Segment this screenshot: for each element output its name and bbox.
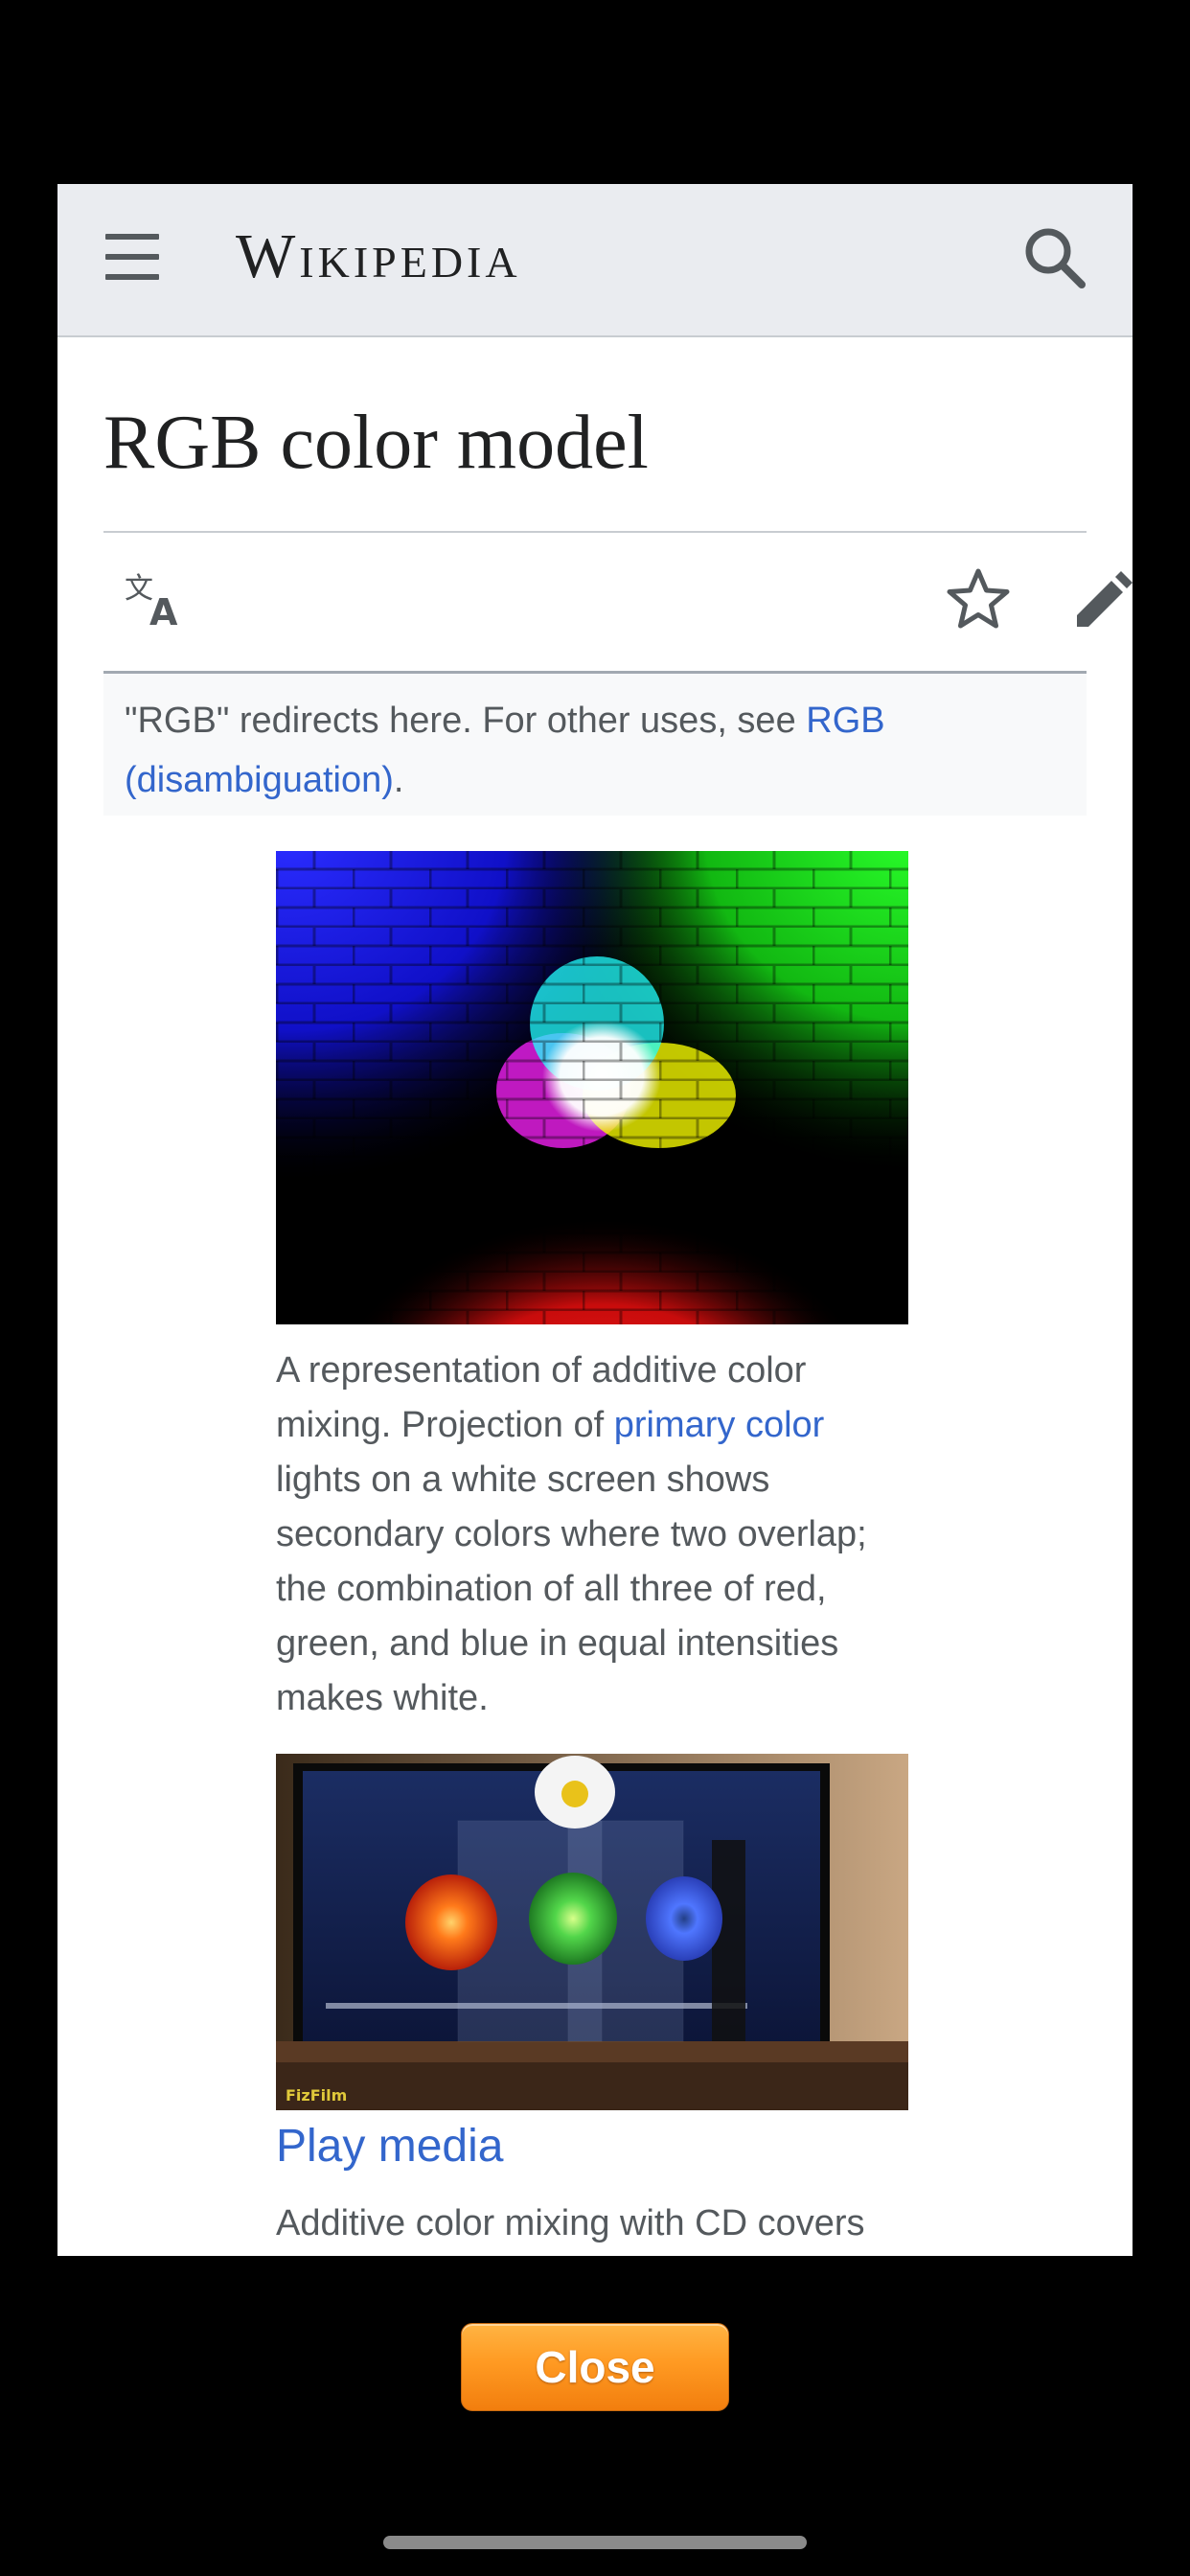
hatnote: "RGB" redirects here. For other uses, se… bbox=[103, 674, 1087, 816]
close-button[interactable]: Close bbox=[461, 2323, 729, 2411]
rgb-lights-illustration bbox=[276, 851, 908, 1324]
primary-color-link[interactable]: primary color bbox=[614, 1405, 825, 1445]
cd-covers-video-thumbnail[interactable]: FizFilm bbox=[276, 1754, 908, 2110]
caption-text-continued: lights on a white screen shows secondary… bbox=[276, 1460, 867, 1718]
svg-text:A: A bbox=[149, 591, 178, 632]
hamburger-menu-icon[interactable] bbox=[105, 234, 159, 280]
hatnote-text: "RGB" redirects here. For other uses, se… bbox=[125, 701, 807, 741]
search-icon[interactable] bbox=[1021, 224, 1088, 291]
wikipedia-wordmark[interactable]: Wikipedia bbox=[236, 218, 521, 295]
play-media-link[interactable]: Play media bbox=[276, 2116, 503, 2177]
fizfilm-watermark: FizFilm bbox=[286, 2086, 347, 2104]
translate-icon[interactable]: 文 A bbox=[123, 565, 190, 632]
page-actions-bar: 文 A bbox=[103, 533, 1133, 663]
pencil-icon[interactable] bbox=[1069, 565, 1133, 632]
wikipedia-header: Wikipedia bbox=[57, 184, 1133, 337]
wikipedia-webview: Wikipedia RGB color model 文 A "RGB" redi… bbox=[57, 184, 1133, 2256]
cd-covers-illustration: FizFilm bbox=[276, 1754, 908, 2110]
hatnote-suffix: . bbox=[393, 760, 404, 800]
figure-caption: A representation of additive color mixin… bbox=[276, 1344, 918, 1726]
home-indicator[interactable] bbox=[383, 2536, 807, 2549]
video-caption: Additive color mixing with CD covers bbox=[276, 2203, 865, 2243]
page-title: RGB color model bbox=[103, 401, 649, 485]
star-icon[interactable] bbox=[945, 565, 1012, 632]
additive-color-mixing-image[interactable] bbox=[276, 851, 908, 1324]
